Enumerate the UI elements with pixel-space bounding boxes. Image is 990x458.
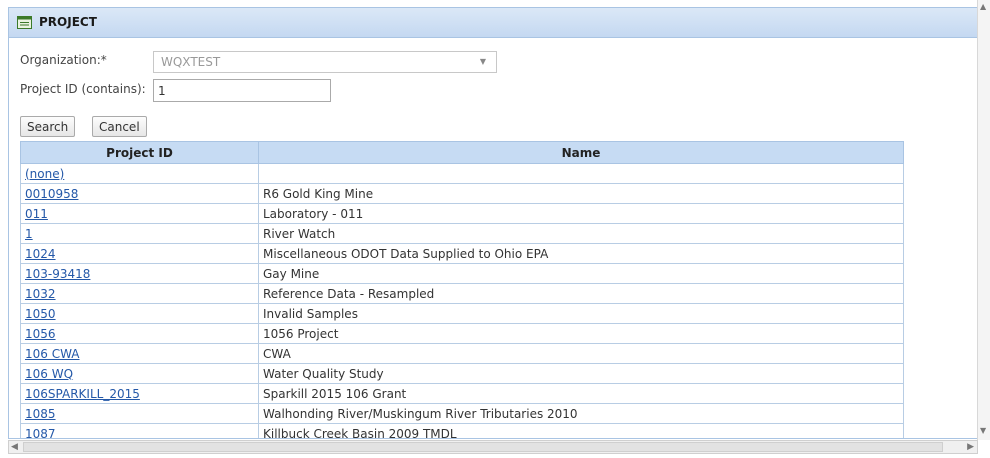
organization-value: WQXTEST — [161, 55, 221, 69]
horizontal-scroll-thumb[interactable] — [23, 442, 943, 452]
table-row[interactable]: (none) — [20, 163, 904, 184]
table-row[interactable]: 1056 1056 Project — [20, 323, 904, 344]
project-name: 1056 Project — [258, 323, 904, 344]
organization-select[interactable]: WQXTEST ▼ — [153, 51, 497, 73]
project-id-input[interactable] — [153, 79, 331, 102]
project-name — [258, 163, 904, 184]
column-header-project-id[interactable]: Project ID — [20, 141, 259, 164]
table-row[interactable]: 106 WQ Water Quality Study — [20, 363, 904, 384]
search-button[interactable]: Search — [20, 116, 76, 137]
project-id-link[interactable]: 106 WQ — [25, 367, 73, 381]
project-id-link[interactable]: 1085 — [25, 407, 56, 421]
project-id-label: Project ID (contains): — [20, 82, 146, 96]
table-row[interactable]: 011 Laboratory - 011 — [20, 203, 904, 224]
project-name: Walhonding River/Muskingum River Tributa… — [258, 403, 904, 424]
cancel-button[interactable]: Cancel — [92, 116, 147, 137]
project-id-link[interactable]: 106 CWA — [25, 347, 80, 361]
organization-label: Organization:* — [20, 53, 107, 67]
project-name: Killbuck Creek Basin 2009 TMDL — [258, 423, 904, 438]
project-table: Project ID Name (none) 0010958 R6 Gold Ki… — [20, 141, 904, 439]
scroll-up-icon[interactable]: ▲ — [980, 2, 986, 11]
table-row[interactable]: 1 River Watch — [20, 223, 904, 244]
project-id-link[interactable]: 1056 — [25, 327, 56, 341]
table-row[interactable]: 1050 Invalid Samples — [20, 303, 904, 324]
project-name: Reference Data - Resampled — [258, 283, 904, 304]
dialog-title: PROJECT — [39, 15, 97, 29]
organization-row: Organization:* — [20, 53, 107, 67]
project-name: Gay Mine — [258, 263, 904, 284]
table-row[interactable]: 106SPARKILL_2015 Sparkill 2015 106 Grant — [20, 383, 904, 404]
project-dialog: PROJECT Organization:* WQXTEST ▼ Project… — [8, 7, 980, 439]
table-row[interactable]: 103-93418 Gay Mine — [20, 263, 904, 284]
project-name: Sparkill 2015 106 Grant — [258, 383, 904, 404]
table-row[interactable]: 106 CWA CWA — [20, 343, 904, 364]
project-id-row: Project ID (contains): — [20, 82, 146, 96]
chevron-down-icon[interactable]: ▼ — [480, 52, 486, 72]
project-id-link[interactable]: 0010958 — [25, 187, 78, 201]
scroll-left-icon[interactable]: ◀ — [11, 442, 18, 452]
project-name: Miscellaneous ODOT Data Supplied to Ohio… — [258, 243, 904, 264]
project-name: Laboratory - 011 — [258, 203, 904, 224]
scroll-right-icon[interactable]: ▶ — [967, 442, 974, 452]
project-id-link[interactable]: 106SPARKILL_2015 — [25, 387, 140, 401]
table-row[interactable]: 1085 Walhonding River/Muskingum River Tri… — [20, 403, 904, 424]
table-row[interactable]: 1087 Killbuck Creek Basin 2009 TMDL — [20, 423, 904, 439]
scroll-down-icon[interactable]: ▼ — [980, 426, 986, 435]
project-id-link[interactable]: 1050 — [25, 307, 56, 321]
project-name: River Watch — [258, 223, 904, 244]
project-name: R6 Gold King Mine — [258, 183, 904, 204]
dialog-titlebar: PROJECT — [9, 8, 979, 38]
table-row[interactable]: 1032 Reference Data - Resampled — [20, 283, 904, 304]
project-id-link[interactable]: 103-93418 — [25, 267, 90, 281]
form-window-icon — [17, 16, 32, 29]
project-id-link[interactable]: 1 — [25, 227, 33, 241]
project-name: Invalid Samples — [258, 303, 904, 324]
project-id-link[interactable]: 1032 — [25, 287, 56, 301]
column-header-name[interactable]: Name — [258, 141, 904, 164]
project-id-link[interactable]: 1024 — [25, 247, 56, 261]
table-row[interactable]: 1024 Miscellaneous ODOT Data Supplied to … — [20, 243, 904, 264]
project-name: CWA — [258, 343, 904, 364]
project-id-link[interactable]: (none) — [25, 167, 64, 181]
project-id-link[interactable]: 1087 — [25, 427, 56, 439]
table-row[interactable]: 0010958 R6 Gold King Mine — [20, 183, 904, 204]
table-header-row: Project ID Name — [20, 141, 904, 164]
project-id-link[interactable]: 011 — [25, 207, 48, 221]
vertical-scrollbar[interactable]: ▲ ▼ — [977, 0, 990, 440]
horizontal-scrollbar[interactable]: ◀ ▶ — [8, 440, 978, 454]
project-name: Water Quality Study — [258, 363, 904, 384]
